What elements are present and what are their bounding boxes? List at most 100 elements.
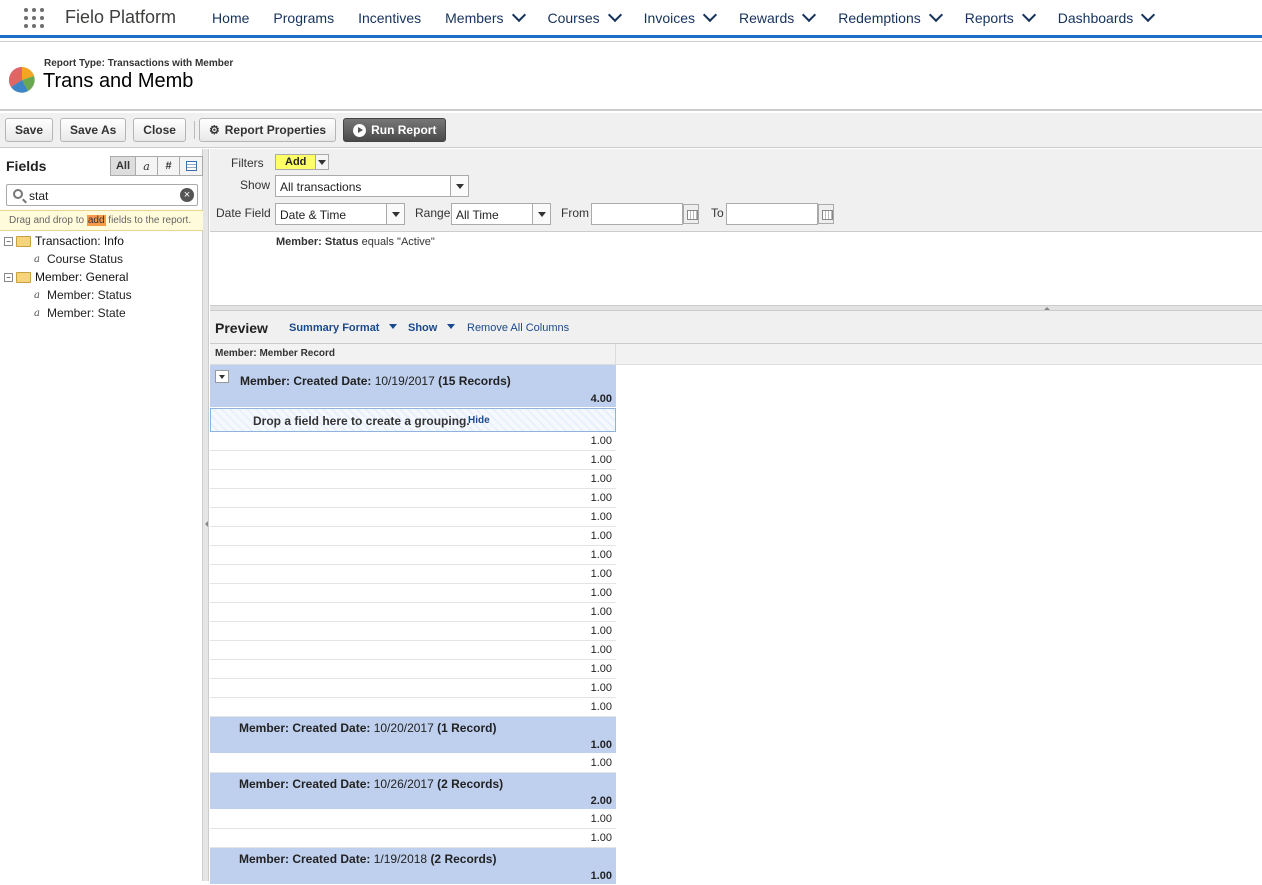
table-row: 1.00 xyxy=(210,489,616,508)
row-value: 1.00 xyxy=(590,492,612,504)
row-value: 1.00 xyxy=(590,606,612,618)
nav-item-courses[interactable]: Courses xyxy=(548,7,622,26)
chevron-down-icon[interactable] xyxy=(702,7,718,23)
show-select[interactable]: All transactions xyxy=(275,175,469,197)
group-subtotal: 4.00 xyxy=(590,393,612,405)
group-label: Member: Created Date: 1/19/2018 (2 Recor… xyxy=(239,852,496,866)
chevron-down-icon[interactable] xyxy=(511,7,526,23)
hint-highlight: add xyxy=(86,215,106,226)
show-dropdown[interactable]: Show xyxy=(408,322,437,334)
chevron-down-icon[interactable] xyxy=(928,7,943,23)
close-button[interactable]: Close xyxy=(133,118,186,142)
nav-item-programs[interactable]: Programs xyxy=(273,10,334,26)
chevron-down-icon[interactable] xyxy=(1021,7,1036,23)
tree-field-label: Course Status xyxy=(46,252,124,266)
add-filter-button[interactable]: Add xyxy=(275,154,329,170)
group-field: Member: Created Date: xyxy=(240,374,372,388)
group-header-row: Member: Created Date: 10/26/2017 (2 Reco… xyxy=(210,773,616,810)
report-properties-button[interactable]: ⚙ Report Properties xyxy=(198,118,337,142)
filter-criteria-text[interactable]: Member: Status equals "Active" xyxy=(276,236,435,248)
collapse-icon[interactable]: − xyxy=(4,272,13,282)
app-name: Fielo Platform xyxy=(65,7,177,27)
run-report-label: Run Report xyxy=(371,123,437,137)
range-label: Range xyxy=(415,206,451,220)
filter-text-button[interactable]: a xyxy=(136,157,158,175)
nav-item-home[interactable]: Home xyxy=(212,10,249,26)
table-row: 1.00 xyxy=(210,508,616,527)
table-row: 1.00 xyxy=(210,810,616,829)
collapse-icon[interactable]: − xyxy=(4,236,13,246)
group-field: Member: Created Date: xyxy=(239,721,371,735)
to-date-input[interactable] xyxy=(726,203,818,225)
group-date: 10/20/2017 xyxy=(370,721,438,735)
run-report-button[interactable]: Run Report xyxy=(343,118,447,142)
column-header-member-record[interactable]: Member: Member Record xyxy=(210,344,616,364)
drag-drop-hint: Drag and drop to add fields to the repor… xyxy=(0,210,203,231)
row-value: 1.00 xyxy=(590,511,612,523)
nav-item-label: Rewards xyxy=(739,9,795,26)
nav-items: Home Programs Incentives Members Courses Invo… xyxy=(200,7,1165,26)
date-field-select[interactable]: Date & Time xyxy=(275,203,405,225)
pane-resize-handle[interactable] xyxy=(203,149,209,881)
filter-all-button[interactable]: All xyxy=(111,157,136,175)
fields-title: Fields xyxy=(6,158,47,174)
chevron-down-icon xyxy=(532,204,550,224)
group-field: Member: Created Date: xyxy=(239,777,371,791)
range-select[interactable]: All Time xyxy=(451,203,551,225)
filter-number-button[interactable]: # xyxy=(158,157,180,175)
add-filter-dropdown-icon[interactable] xyxy=(315,155,328,169)
app-launcher-icon[interactable] xyxy=(22,6,46,30)
nav-item-members[interactable]: Members xyxy=(445,7,526,26)
group-subtotal: 1.00 xyxy=(590,870,612,882)
nav-item-redemptions[interactable]: Redemptions xyxy=(838,7,943,26)
row-value: 1.00 xyxy=(590,530,612,542)
tree-field-item[interactable]: a Member: State xyxy=(4,304,132,322)
group-toggle-icon[interactable] xyxy=(215,370,229,383)
save-button[interactable]: Save xyxy=(5,118,54,142)
tree-field-item[interactable]: a Member: Status xyxy=(4,286,132,304)
from-date-input[interactable] xyxy=(591,203,683,225)
chevron-down-icon[interactable] xyxy=(1141,7,1156,23)
hint-text-end: fields to the report. xyxy=(105,215,192,226)
field-search-input[interactable]: stat × xyxy=(6,184,198,206)
remove-all-columns-link[interactable]: Remove All Columns xyxy=(467,322,569,334)
text-field-icon: a xyxy=(143,159,150,173)
row-value: 1.00 xyxy=(590,663,612,675)
tree-folder[interactable]: − Transaction: Info xyxy=(4,232,132,250)
group-label: Member: Created Date: 10/20/2017 (1 Reco… xyxy=(239,721,496,735)
nav-item-reports[interactable]: Reports xyxy=(964,7,1036,26)
clear-search-icon[interactable]: × xyxy=(180,188,194,202)
date-field-label: Date Field xyxy=(216,206,271,220)
to-calendar-icon[interactable] xyxy=(818,204,834,224)
from-label: From xyxy=(561,206,589,220)
report-icon xyxy=(8,66,35,93)
tree-field-item[interactable]: a Course Status xyxy=(4,250,132,268)
nav-item-invoices[interactable]: Invoices xyxy=(644,7,718,26)
summary-format-dropdown[interactable]: Summary Format xyxy=(289,322,379,334)
grouping-drop-zone[interactable]: Drop a field here to create a grouping. H… xyxy=(210,408,616,432)
field-search-value: stat xyxy=(29,189,49,203)
save-as-button[interactable]: Save As xyxy=(60,118,127,142)
tree-folder[interactable]: − Member: General xyxy=(4,268,132,286)
date-field-value: Date & Time xyxy=(280,208,347,222)
nav-item-rewards[interactable]: Rewards xyxy=(739,7,817,26)
tree-folder-label: Member: General xyxy=(35,270,129,284)
nav-item-dashboards[interactable]: Dashboards xyxy=(1058,7,1156,26)
row-value: 1.00 xyxy=(590,757,612,769)
from-calendar-icon[interactable] xyxy=(683,204,699,224)
field-tree: − Transaction: Info a Course Status − Member:… xyxy=(4,232,132,322)
chevron-down-icon[interactable] xyxy=(447,324,455,329)
chevron-down-icon[interactable] xyxy=(607,7,622,23)
nav-item-incentives[interactable]: Incentives xyxy=(358,10,421,26)
chevron-down-icon[interactable] xyxy=(389,324,397,329)
row-value: 1.00 xyxy=(590,568,612,580)
hide-drop-zone-link[interactable]: Hide xyxy=(468,415,490,426)
group-count: (2 Records) xyxy=(437,777,504,791)
table-row: 1.00 xyxy=(210,660,616,679)
chevron-down-icon[interactable] xyxy=(802,7,817,23)
calendar-icon xyxy=(185,161,197,171)
report-header: Report Type: Transactions with Member Tr… xyxy=(0,41,1262,111)
table-row: 1.00 xyxy=(210,698,616,717)
nav-item-label: Reports xyxy=(964,9,1014,26)
filter-date-button[interactable] xyxy=(180,157,202,175)
